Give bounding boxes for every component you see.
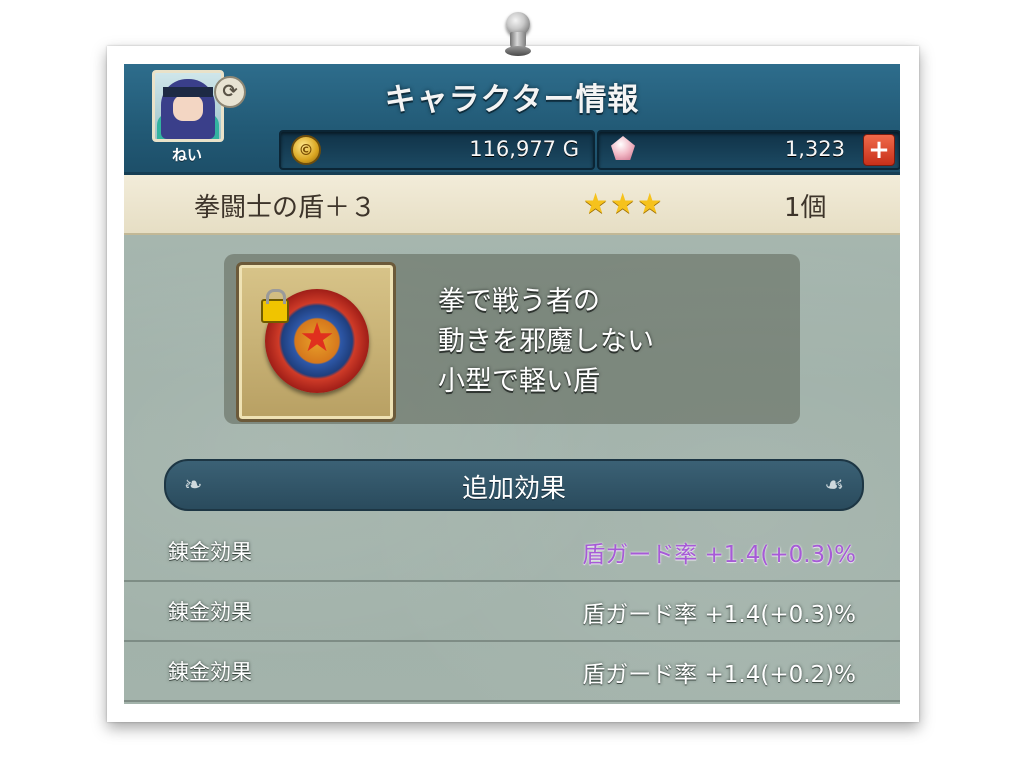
gem-display: 1,323 +: [597, 130, 900, 170]
extra-effects-title: 追加効果: [461, 474, 566, 504]
effect-row: 錬金効果 盾ガード率 +1.4(+0.3)%: [124, 582, 900, 642]
item-description: 拳で戦う者の 動きを邪魔しない 小型で軽い盾: [438, 282, 654, 402]
effect-value: 盾ガード率 +1.4(+0.3)%: [582, 542, 856, 568]
add-gems-button[interactable]: +: [863, 134, 895, 166]
lock-icon[interactable]: [261, 289, 289, 323]
game-screen: ⟳ ねい キャラクター情報 © 116,977 G 1,323 + 拳闘士の盾＋…: [124, 64, 900, 704]
star-icon: ★: [637, 187, 663, 220]
effect-row: 錬金効果 盾ガード率 +1.4(+0.3)%: [124, 522, 900, 582]
description-line: 小型で軽い盾: [438, 366, 600, 397]
gold-amount: 116,977 G: [469, 137, 579, 161]
description-line: 動きを邪魔しない: [438, 326, 654, 357]
effect-value: 盾ガード率 +1.4(+0.3)%: [582, 602, 856, 628]
star-icon: ★: [583, 187, 609, 220]
item-name: 拳闘士の盾＋３: [194, 193, 377, 223]
extra-effects-header: ❧ 追加効果 ☙: [164, 459, 864, 511]
page-title: キャラクター情報: [384, 82, 640, 118]
header-bar: ⟳ ねい キャラクター情報 © 116,977 G 1,323 +: [124, 64, 900, 175]
star-icon: ★: [610, 187, 636, 220]
effect-label: 錬金効果: [168, 660, 252, 684]
item-info-row: 拳闘士の盾＋３ ★★★ 1個: [124, 175, 900, 235]
gold-coin-icon: ©: [291, 135, 321, 165]
effect-value: 盾ガード率 +1.4(+0.2)%: [582, 662, 856, 688]
gold-display: © 116,977 G: [279, 130, 595, 170]
effect-label: 錬金効果: [168, 600, 252, 624]
item-image: ★: [236, 262, 396, 422]
item-rarity-stars: ★★★: [583, 187, 664, 220]
description-line: 拳で戦う者の: [438, 286, 600, 317]
pushpin-icon: [500, 8, 536, 64]
gem-icon: [611, 136, 635, 160]
item-count: 1個: [784, 193, 827, 223]
player-name: ねい: [171, 146, 202, 164]
gem-amount: 1,323: [784, 137, 845, 161]
effect-label: 錬金効果: [168, 540, 252, 564]
ornament-icon: ☙: [824, 473, 844, 498]
effect-row: 錬金効果 盾ガード率 +1.4(+0.2)%: [124, 642, 900, 702]
